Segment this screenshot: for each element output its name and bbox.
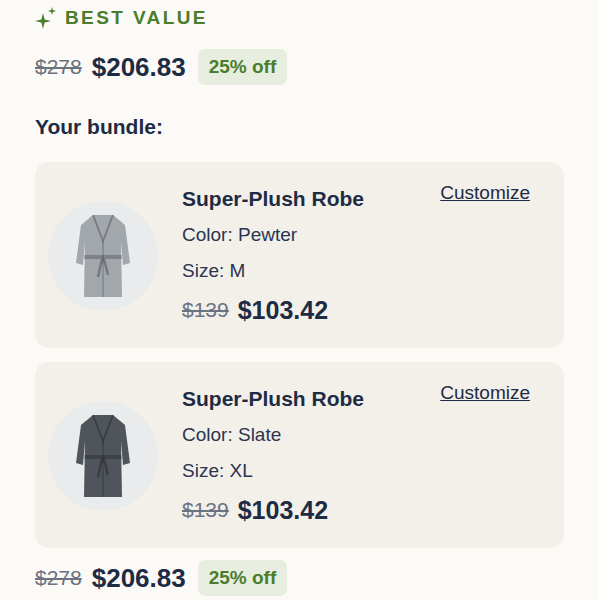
discount-badge: 25% off — [198, 49, 288, 85]
item-size: Size: XL — [182, 453, 530, 489]
bundle-title: Your bundle: — [35, 112, 564, 142]
item-details: Super-Plush RobeColor: PewterSize: M$139… — [182, 181, 530, 331]
item-size: Size: M — [182, 253, 530, 289]
item-current-price: $103.42 — [238, 289, 328, 331]
item-original-price: $139 — [182, 489, 229, 531]
discount-badge: 25% off — [198, 560, 288, 596]
customize-link[interactable]: Customize — [440, 182, 530, 204]
item-color: Color: Slate — [182, 417, 530, 453]
current-price: $206.83 — [92, 52, 186, 83]
customize-link[interactable]: Customize — [440, 382, 530, 404]
bundle-item: Super-Plush RobeColor: SlateSize: XL$139… — [35, 362, 564, 548]
footer-price: $278 $206.83 25% off — [35, 558, 564, 598]
best-value-label: BEST VALUE — [65, 7, 208, 29]
current-price: $206.83 — [92, 563, 186, 594]
robe-thumbnail — [48, 401, 158, 511]
sparkle-icon — [35, 7, 57, 29]
bundle-list: Super-Plush RobeColor: PewterSize: M$139… — [35, 162, 564, 548]
item-details: Super-Plush RobeColor: SlateSize: XL$139… — [182, 381, 530, 531]
item-color: Color: Pewter — [182, 217, 530, 253]
bundle-item: Super-Plush RobeColor: PewterSize: M$139… — [35, 162, 564, 348]
original-price: $278 — [35, 55, 82, 79]
item-price: $139$103.42 — [182, 489, 530, 531]
best-value-header: BEST VALUE — [35, 4, 564, 32]
original-price: $278 — [35, 566, 82, 590]
item-current-price: $103.42 — [238, 489, 328, 531]
item-original-price: $139 — [182, 289, 229, 331]
bundle-price: $278 $206.83 25% off — [35, 47, 564, 87]
robe-icon — [75, 411, 131, 501]
robe-thumbnail — [48, 201, 158, 311]
item-price: $139$103.42 — [182, 289, 530, 331]
robe-icon — [75, 211, 131, 301]
